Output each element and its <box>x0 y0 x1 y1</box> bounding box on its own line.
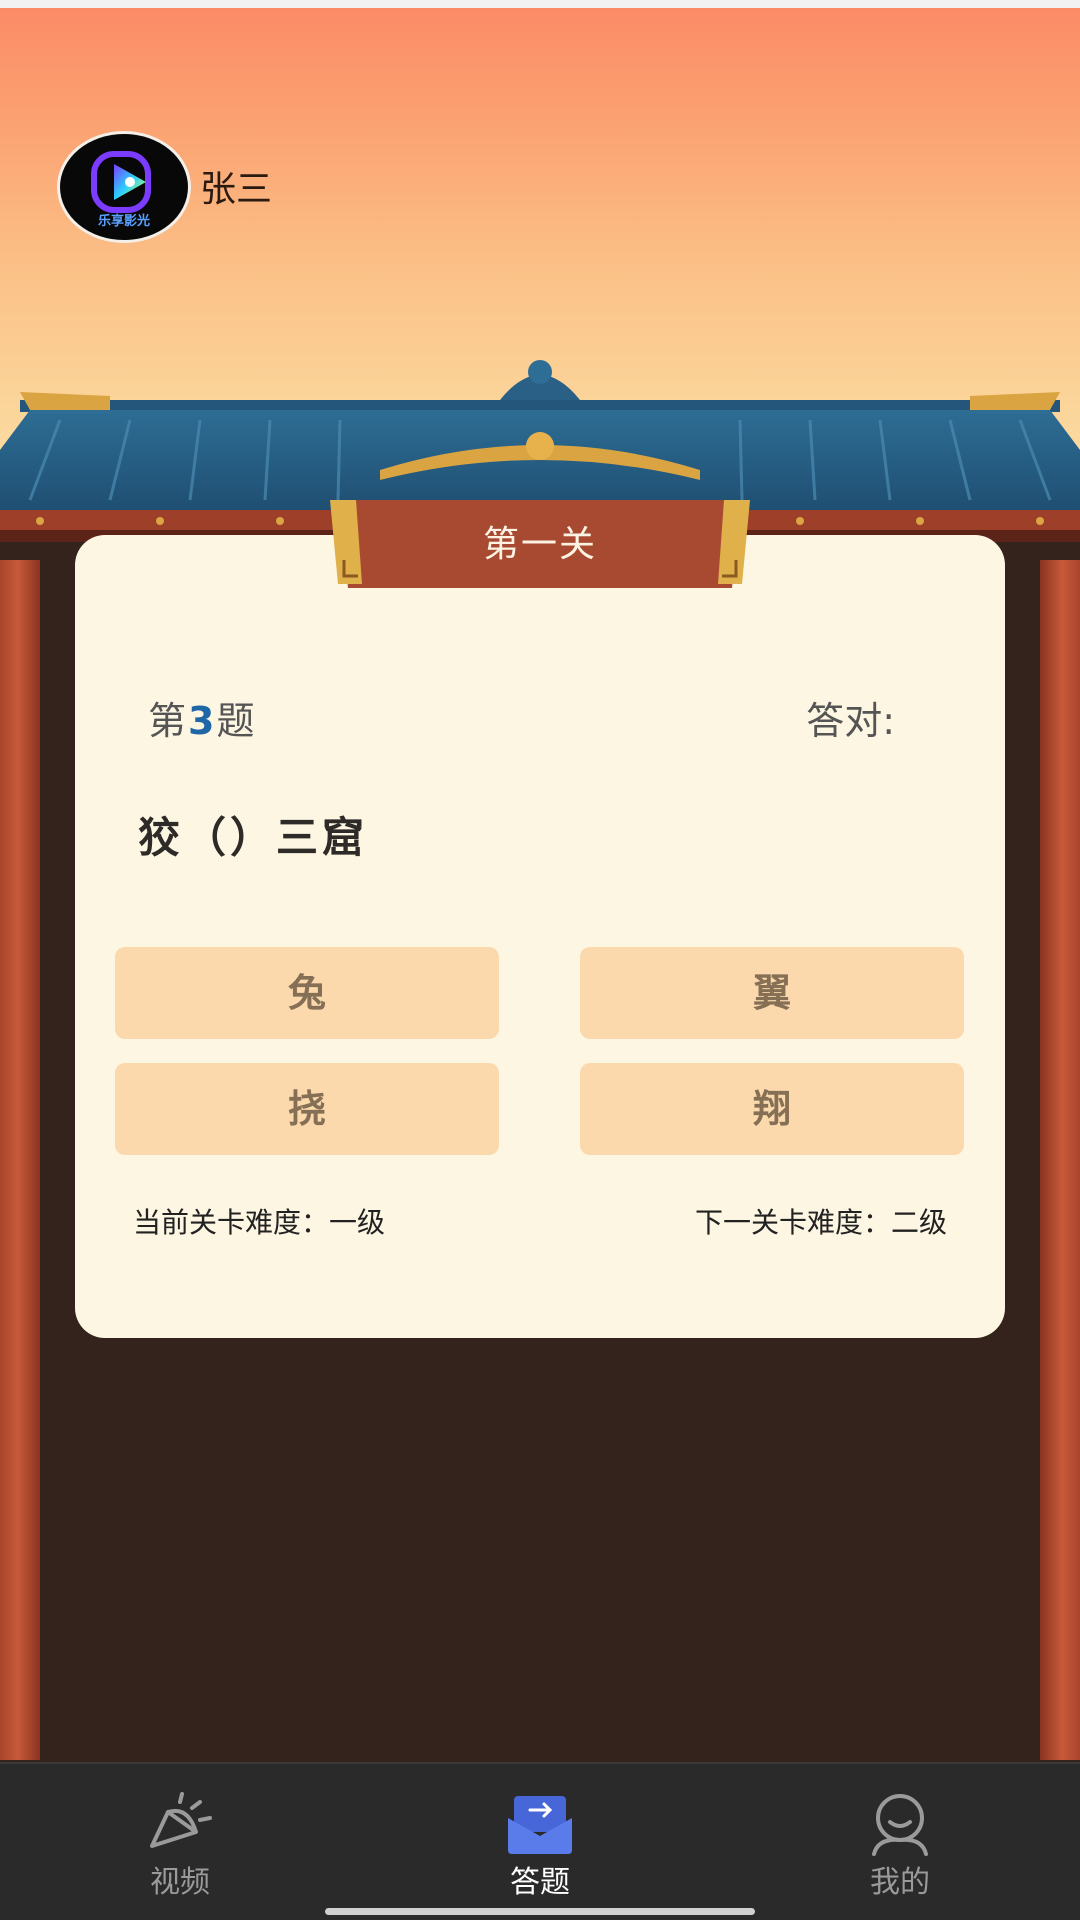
nav-label-mine: 我的 <box>870 1865 930 1900</box>
option-button[interactable]: 挠 <box>115 1063 499 1155</box>
current-difficulty: 当前关卡难度：一级 <box>133 1206 386 1239</box>
level-title: 第一关 <box>482 524 597 565</box>
question-suffix: 题 <box>216 699 255 743</box>
quiz-envelope-icon <box>508 1796 572 1854</box>
option-button[interactable]: 翔 <box>580 1063 964 1155</box>
correct-count-label: 答对: <box>806 699 895 743</box>
question-number: 3 <box>188 699 215 743</box>
question-text: 狡（）三窟 <box>138 813 369 862</box>
avatar[interactable]: 乐享影光 <box>57 131 191 243</box>
question-prefix: 第 <box>148 699 187 743</box>
bottom-nav: 视频 答题 我的 <box>0 1762 1080 1920</box>
question-counter: 第3题 <box>148 698 254 744</box>
username: 张三 <box>200 169 273 210</box>
avatar-caption: 乐享影光 <box>97 214 150 229</box>
nav-item-mine[interactable]: 我的 <box>790 1764 1010 1920</box>
nav-label-quiz: 答题 <box>510 1865 570 1900</box>
left-pillar <box>0 560 40 1760</box>
nav-item-quiz[interactable]: 答题 <box>430 1764 650 1920</box>
nav-label-video: 视频 <box>150 1865 210 1900</box>
quiz-screen: 乐享影光 张三 第一关 第3题 答对: 狡（）三窟 兔 翼 挠 翔 当前关卡难度… <box>0 0 1080 1920</box>
next-difficulty: 下一关卡难度：二级 <box>694 1206 947 1239</box>
nav-item-video[interactable]: 视频 <box>70 1764 290 1920</box>
user-profile-icon <box>872 1794 928 1856</box>
status-bar-strip <box>0 0 1080 8</box>
option-button[interactable]: 翼 <box>580 947 964 1039</box>
option-button[interactable]: 兔 <box>115 947 499 1039</box>
right-pillar <box>1040 560 1080 1760</box>
home-indicator[interactable] <box>325 1908 755 1915</box>
video-cone-icon <box>150 1792 212 1848</box>
